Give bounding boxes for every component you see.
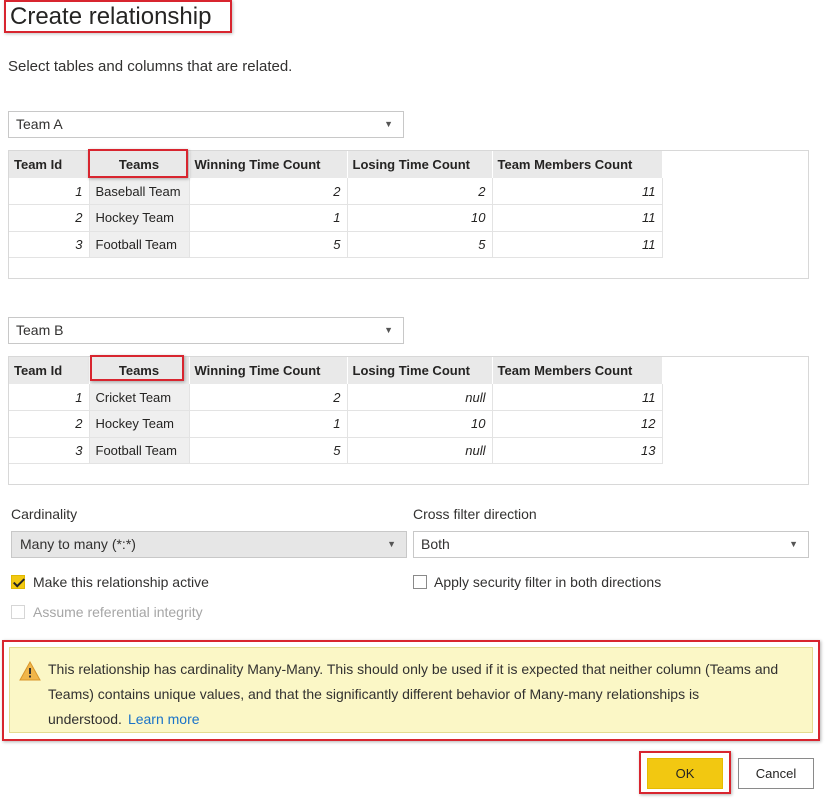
table-b-select-value: Team B [16,322,64,338]
integrity-checkbox [11,605,25,619]
table-row: 3 Football Team 5 5 11 [9,231,663,258]
chevron-down-icon[interactable]: ▼ [384,318,393,343]
cell: 1 [9,178,90,205]
chevron-down-icon[interactable]: ▼ [789,532,798,557]
cell: 13 [492,437,663,464]
cell: Cricket Team [89,384,190,411]
warning-banner: This relationship has cardinality Many-M… [9,647,813,733]
cell: Hockey Team [89,204,190,232]
cell: 2 [189,178,348,205]
warning-highlight: This relationship has cardinality Many-M… [2,640,820,741]
cell: 3 [9,231,90,258]
warning-icon [19,661,41,681]
column-header-members[interactable]: Team Members Count [492,357,663,384]
cell: 11 [492,178,663,205]
cell: 5 [189,231,348,258]
cell: 12 [492,410,663,438]
warning-message: This relationship has cardinality Many-M… [48,657,808,732]
cell: 1 [189,204,348,232]
cell: 10 [347,204,493,232]
table-b-select[interactable]: Team B ▼ [8,317,404,344]
learn-more-link[interactable]: Learn more [128,711,200,727]
chevron-down-icon[interactable]: ▼ [387,532,396,557]
table-row: 3 Football Team 5 null 13 [9,437,663,464]
active-checkbox[interactable] [11,575,25,589]
column-header-team-id[interactable]: Team Id [9,151,90,178]
cell: 1 [9,384,90,411]
cell: 5 [347,231,493,258]
cell: 5 [189,437,348,464]
cell: Football Team [89,437,190,464]
cell: 2 [9,204,90,232]
cell: Baseball Team [89,178,190,205]
table-row: 2 Hockey Team 1 10 12 [9,410,663,438]
column-header-winning[interactable]: Winning Time Count [189,151,348,178]
cell: 2 [347,178,493,205]
cell: 3 [9,437,90,464]
dialog-subtitle: Select tables and columns that are relat… [8,58,293,75]
dialog-title: Create relationship [4,0,232,33]
table-row: 1 Cricket Team 2 null 11 [9,384,663,411]
column-header-team-id[interactable]: Team Id [9,357,90,384]
cross-filter-value: Both [421,536,450,552]
highlight-teams-column-a [88,149,188,178]
security-checkbox[interactable] [413,575,427,589]
table-row: 2 Hockey Team 1 10 11 [9,204,663,232]
cross-filter-label: Cross filter direction [413,506,537,522]
table-row: 1 Baseball Team 2 2 11 [9,178,663,205]
cell: 2 [9,410,90,438]
cell: 11 [492,204,663,232]
cell: 11 [492,384,663,411]
ok-button[interactable]: OK [647,758,723,789]
column-header-losing[interactable]: Losing Time Count [347,357,493,384]
cancel-button[interactable]: Cancel [738,758,814,789]
cell: 2 [189,384,348,411]
column-header-winning[interactable]: Winning Time Count [189,357,348,384]
cardinality-value: Many to many (*:*) [20,536,136,552]
table-a-select-value: Team A [16,116,63,132]
chevron-down-icon[interactable]: ▼ [384,112,393,137]
cell: null [347,437,493,464]
integrity-checkbox-label: Assume referential integrity [33,604,203,620]
cell: 11 [492,231,663,258]
cardinality-select[interactable]: Many to many (*:*) ▼ [11,531,407,558]
column-header-members[interactable]: Team Members Count [492,151,663,178]
cell: Hockey Team [89,410,190,438]
cell: null [347,384,493,411]
cell: 10 [347,410,493,438]
column-header-losing[interactable]: Losing Time Count [347,151,493,178]
cell: Football Team [89,231,190,258]
cardinality-label: Cardinality [11,506,78,522]
security-checkbox-label[interactable]: Apply security filter in both directions [434,574,661,590]
highlight-teams-column-b [90,355,184,381]
cell: 1 [189,410,348,438]
cross-filter-select[interactable]: Both ▼ [413,531,809,558]
active-checkbox-label[interactable]: Make this relationship active [33,574,209,590]
table-a-select[interactable]: Team A ▼ [8,111,404,138]
